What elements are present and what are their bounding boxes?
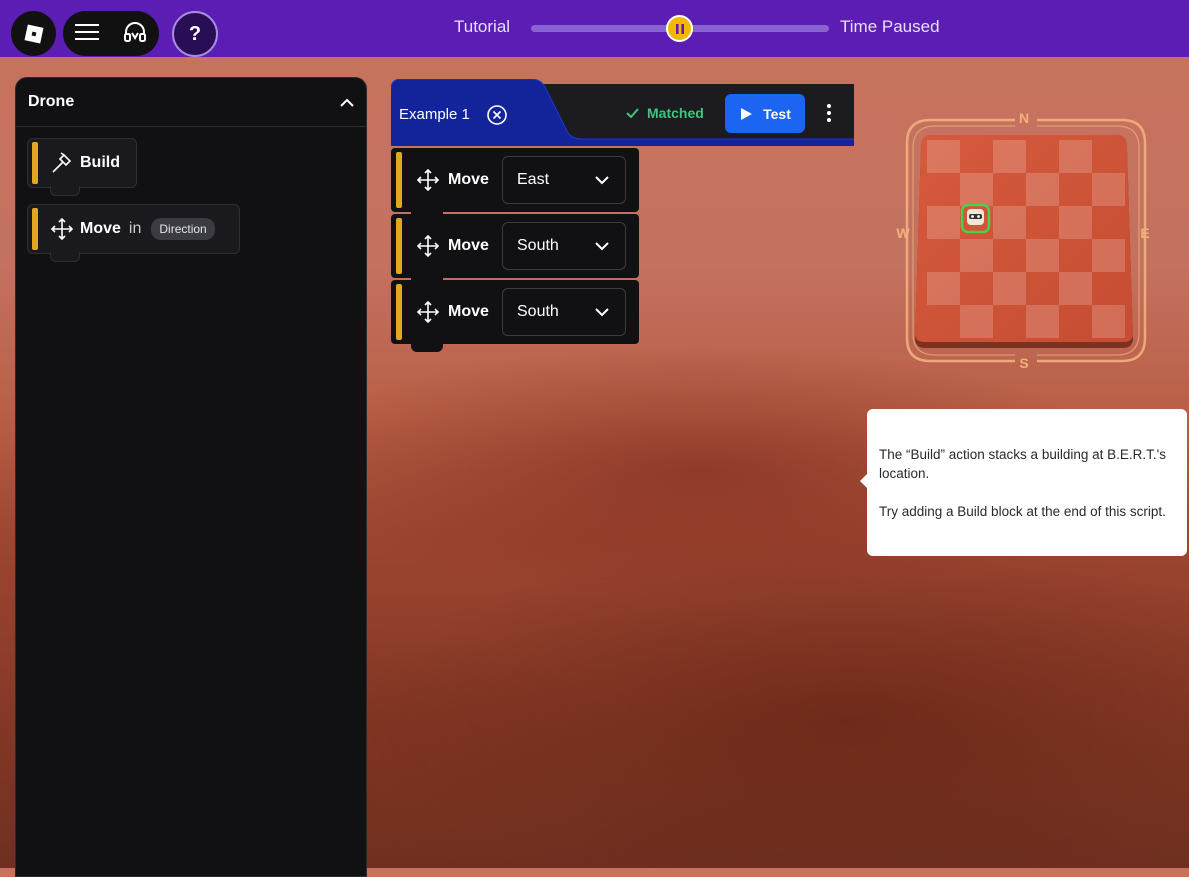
direction-dropdown[interactable]: South (502, 222, 626, 270)
script-block-move-2[interactable]: Move South (391, 214, 639, 286)
compass-west: W (896, 225, 910, 241)
pause-icon (675, 23, 684, 34)
move-arrows-icon (416, 300, 440, 324)
compass-east: E (1140, 225, 1149, 241)
compass-north: N (1019, 110, 1029, 126)
panel-title: Drone (28, 93, 75, 110)
block-label: Move (448, 171, 489, 188)
help-button[interactable]: ? (172, 11, 218, 57)
menu-pill (63, 11, 159, 56)
palette-block-move[interactable]: Move in Direction (27, 204, 240, 262)
block-connector-text: in (128, 220, 142, 237)
minimap: N S W E (896, 110, 1149, 371)
check-icon (626, 108, 639, 118)
block-notch (50, 186, 80, 196)
chevron-down-icon (595, 307, 609, 316)
test-button-label: Test (763, 105, 791, 122)
block-accent (396, 218, 402, 274)
more-options-icon[interactable] (818, 100, 840, 126)
move-arrows-icon (416, 234, 440, 258)
roblox-logo-button[interactable] (11, 11, 56, 56)
block-palette-panel: Drone (15, 77, 367, 877)
tooltip-line-2: Try adding a Build block at the end of t… (879, 504, 1166, 519)
close-circle-icon[interactable] (486, 104, 508, 126)
block-label: Move (448, 303, 489, 320)
chevron-down-icon (595, 175, 609, 184)
example-label[interactable]: Example 1 (399, 106, 470, 123)
block-accent (396, 284, 402, 340)
headset-icon[interactable] (123, 21, 147, 47)
script-block-move-1[interactable]: Move East (391, 148, 639, 220)
block-notch (50, 252, 80, 262)
direction-value: East (517, 171, 550, 188)
block-accent (396, 152, 402, 208)
block-label: Move (448, 237, 489, 254)
direction-value: South (517, 237, 559, 254)
palette-block-build[interactable]: Build (27, 138, 137, 196)
hamburger-menu-icon[interactable] (75, 23, 99, 45)
test-button[interactable]: Test (725, 94, 805, 133)
panel-header[interactable]: Drone (16, 78, 366, 127)
tutorial-label: Tutorial (454, 17, 511, 36)
block-accent (32, 142, 38, 184)
time-status-label: Time Paused (840, 17, 940, 36)
hint-tooltip: The “Build” action stacks a building at … (860, 409, 1187, 556)
script-block-move-3[interactable]: Move South (391, 280, 639, 352)
matched-status: Matched (626, 105, 704, 121)
chevron-up-icon[interactable] (340, 98, 354, 107)
hammer-icon (52, 152, 72, 173)
tooltip-line-1: The “Build” action stacks a building at … (879, 447, 1166, 481)
direction-value: South (517, 303, 559, 320)
matched-label: Matched (647, 105, 704, 121)
top-bar: ? Tutorial Time Paused (0, 0, 1189, 57)
chevron-down-icon (595, 241, 609, 250)
direction-dropdown[interactable]: East (502, 156, 626, 204)
play-icon (741, 107, 753, 120)
roblox-logo-icon (24, 24, 43, 43)
move-arrows-icon (416, 168, 440, 192)
tooltip-arrow (860, 474, 867, 488)
block-accent (32, 208, 38, 250)
move-arrows-icon (50, 217, 74, 241)
direction-parameter-chip[interactable]: Direction (151, 218, 215, 240)
block-label: Move (80, 220, 121, 237)
compass-south: S (1019, 355, 1028, 371)
direction-dropdown[interactable]: South (502, 288, 626, 336)
block-label: Build (80, 154, 120, 171)
block-notch (411, 344, 443, 352)
pause-button[interactable] (666, 15, 693, 42)
